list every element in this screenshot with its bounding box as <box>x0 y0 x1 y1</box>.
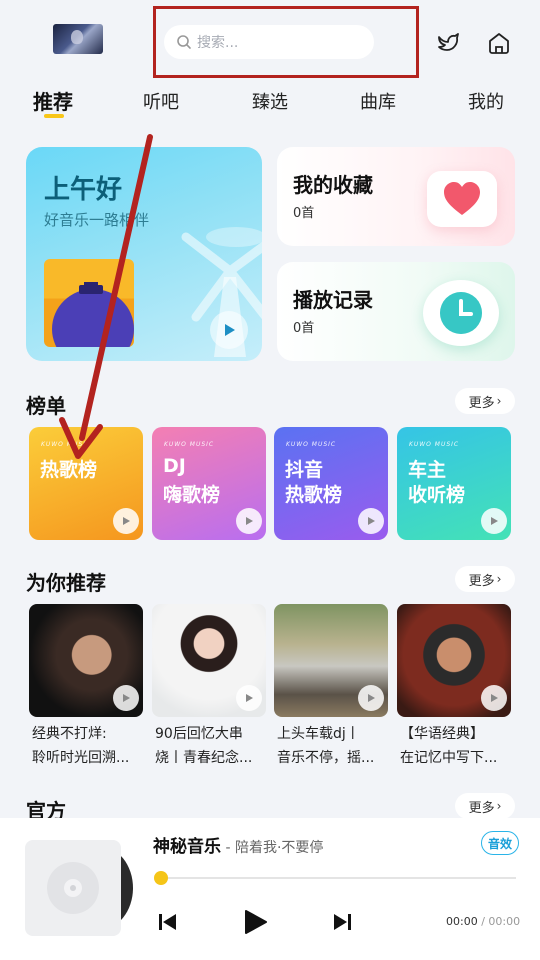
chart-title: 车主 <box>408 459 447 481</box>
next-icon[interactable] <box>330 909 356 935</box>
chevron-right-icon: › <box>496 394 502 408</box>
user-avatar[interactable] <box>53 24 103 54</box>
playlist-cover[interactable] <box>29 604 143 717</box>
playlist-title-line: 在记忆中写下... <box>400 750 498 766</box>
chart-title: 热歌榜 <box>40 459 98 481</box>
tab-recommend[interactable]: 推荐 <box>33 86 73 115</box>
play-button[interactable] <box>113 508 139 534</box>
greeting-title: 上午好 <box>44 175 123 205</box>
chart-card-dj[interactable]: KUWO MUSIC DJ 嗨歌榜 <box>152 427 266 540</box>
playlist-title[interactable]: 经典不打烊: 聆听时光回溯... <box>32 722 146 770</box>
home-icon[interactable] <box>484 28 514 58</box>
chart-card-hot[interactable]: KUWO MUSIC 热歌榜 <box>29 427 143 540</box>
disc-icon <box>47 862 99 914</box>
chevron-right-icon: › <box>496 572 502 586</box>
progress-knob[interactable] <box>154 871 168 885</box>
chart-card-douyin[interactable]: KUWO MUSIC 抖音 热歌榜 <box>274 427 388 540</box>
sound-effect-button[interactable]: 音效 <box>481 831 519 855</box>
playlist-title-line: 烧丨青春纪念... <box>155 750 253 766</box>
clock-icon <box>423 280 499 346</box>
playlist-cover[interactable] <box>397 604 511 717</box>
recommend-section-title: 为你推荐 <box>26 571 106 595</box>
play-button[interactable] <box>481 508 507 534</box>
play-icon <box>246 694 253 702</box>
tab-active-indicator <box>44 114 64 118</box>
mini-player[interactable]: 神秘音乐 - 陪着我·不要停 音效 00:00 / 00:00 <box>0 818 540 960</box>
playlist-title-line: 【华语经典】 <box>400 726 484 742</box>
official-more-button[interactable]: 更多 › <box>455 793 515 819</box>
play-button[interactable] <box>481 685 507 711</box>
chart-title: DJ <box>163 455 186 477</box>
more-label: 更多 <box>468 395 495 411</box>
play-icon <box>246 517 253 525</box>
history-count: 0首 <box>293 321 315 336</box>
play-icon <box>491 694 498 702</box>
history-title: 播放记录 <box>293 288 373 312</box>
play-button[interactable] <box>358 508 384 534</box>
more-label: 更多 <box>468 800 495 816</box>
more-label: 更多 <box>468 573 495 589</box>
playlist-title-line: 上头车载dj丨 <box>277 726 360 742</box>
favorites-card[interactable]: 我的收藏 0首 <box>277 147 515 246</box>
previous-icon[interactable] <box>154 909 180 935</box>
play-icon <box>368 694 375 702</box>
chart-card-car[interactable]: KUWO MUSIC 车主 收听榜 <box>397 427 511 540</box>
history-card[interactable]: 播放记录 0首 <box>277 262 515 361</box>
playlist-title-line: 90后回忆大串 <box>155 726 243 742</box>
chevron-right-icon: › <box>496 799 502 813</box>
playlist-cover[interactable] <box>274 604 388 717</box>
tab-mine[interactable]: 我的 <box>468 88 504 114</box>
heart-icon <box>427 171 497 227</box>
favorites-title: 我的收藏 <box>293 173 373 197</box>
play-button[interactable] <box>210 311 248 349</box>
greeting-subtitle: 好音乐一路相伴 <box>44 211 150 229</box>
song-name: 神秘音乐 <box>153 837 221 857</box>
bird-icon[interactable] <box>434 28 464 58</box>
current-time: 00:00 <box>446 915 478 928</box>
now-playing-cover[interactable] <box>25 840 135 936</box>
play-button[interactable] <box>113 685 139 711</box>
greeting-card[interactable]: 上午好 好音乐一路相伴 <box>26 147 262 361</box>
now-playing-title: 神秘音乐 - 陪着我·不要停 <box>153 832 323 857</box>
playlist-title[interactable]: 90后回忆大串 烧丨青春纪念... <box>155 722 269 770</box>
song-artist: - 陪着我·不要停 <box>221 840 324 856</box>
play-icon <box>491 517 498 525</box>
charts-section-title: 榜单 <box>26 394 66 418</box>
chart-brand: KUWO MUSIC <box>164 441 215 448</box>
album-cover <box>44 259 134 347</box>
progress-bar[interactable] <box>160 877 516 879</box>
playback-time: 00:00 / 00:00 <box>446 915 521 928</box>
favorites-count: 0首 <box>293 206 315 221</box>
play-icon <box>225 324 235 336</box>
playlist-title-line: 音乐不停，摇... <box>277 750 375 766</box>
recommend-more-button[interactable]: 更多 › <box>455 566 515 592</box>
chart-subtitle: 收听榜 <box>408 484 466 506</box>
play-icon <box>123 517 130 525</box>
chart-brand: KUWO MUSIC <box>41 441 92 448</box>
playlist-cover[interactable] <box>152 604 266 717</box>
charts-more-button[interactable]: 更多 › <box>455 388 515 414</box>
play-button[interactable] <box>236 508 262 534</box>
play-pause-icon[interactable] <box>240 907 270 937</box>
chart-subtitle: 热歌榜 <box>285 484 343 506</box>
chart-brand: KUWO MUSIC <box>286 441 337 448</box>
play-button[interactable] <box>236 685 262 711</box>
total-time: 00:00 <box>488 915 521 928</box>
tab-listen[interactable]: 听吧 <box>143 88 179 114</box>
chart-title: 抖音 <box>285 459 324 481</box>
playlist-title-line: 聆听时光回溯... <box>32 750 130 766</box>
chart-brand: KUWO MUSIC <box>409 441 460 448</box>
playlist-title[interactable]: 【华语经典】 在记忆中写下... <box>400 722 514 770</box>
play-icon <box>368 517 375 525</box>
chart-subtitle: 嗨歌榜 <box>163 484 221 506</box>
playlist-title[interactable]: 上头车载dj丨 音乐不停，摇... <box>277 722 391 770</box>
tab-selected[interactable]: 臻选 <box>252 88 288 114</box>
play-button[interactable] <box>358 685 384 711</box>
play-icon <box>123 694 130 702</box>
playlist-title-line: 经典不打烊: <box>32 726 107 742</box>
search-highlight-box <box>153 6 419 78</box>
tab-library[interactable]: 曲库 <box>360 88 396 114</box>
